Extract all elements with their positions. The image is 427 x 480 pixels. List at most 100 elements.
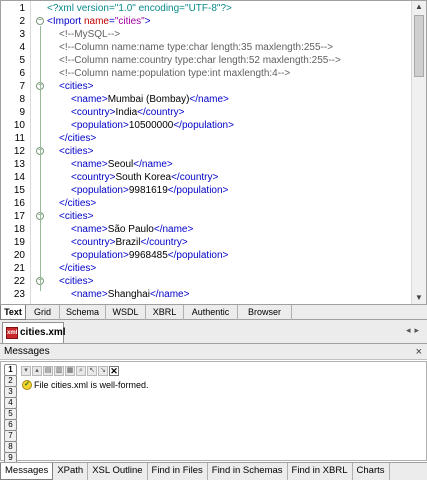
fold-guide-line xyxy=(40,221,41,265)
view-tab-wsdl[interactable]: WSDL xyxy=(106,305,146,320)
tab-scroll-right-icon[interactable]: ▸ xyxy=(414,325,423,335)
code-line[interactable]: <name>Shanghai</name> xyxy=(71,288,189,301)
line-number: 8 xyxy=(19,94,25,105)
code-line[interactable]: <country>South Korea</country> xyxy=(71,171,218,184)
code-line[interactable]: <!--Column name:population type:int maxl… xyxy=(59,67,290,80)
code-line[interactable]: <population>10500000</population> xyxy=(71,119,234,132)
line-number: 23 xyxy=(13,289,25,300)
output-tab-xpath[interactable]: XPath xyxy=(53,463,89,480)
code-token: <cities> xyxy=(59,146,94,157)
previous-message-icon[interactable]: ▴ xyxy=(32,366,42,376)
code-line[interactable]: <cities> xyxy=(59,80,93,93)
code-line[interactable]: <country>India</country> xyxy=(71,106,184,119)
code-token: </name> xyxy=(153,224,194,235)
find-previous-icon[interactable]: ↖ xyxy=(87,366,97,376)
code-token: </country> xyxy=(171,172,219,183)
code-token: <cities> xyxy=(59,81,94,92)
output-tab-charts[interactable]: Charts xyxy=(353,463,390,480)
output-tab-messages[interactable]: Messages xyxy=(0,463,54,480)
view-tab-browser[interactable]: Browser xyxy=(238,305,292,320)
code-line[interactable]: <Import name="cities"> xyxy=(47,15,151,28)
line-number: 11 xyxy=(14,133,25,144)
fold-toggle-icon[interactable]: − xyxy=(36,17,44,25)
code-line[interactable]: <!--MySQL--> xyxy=(59,28,120,41)
copy-all-children-icon[interactable]: ▦ xyxy=(65,366,75,376)
messages-panel: 123456789 ▾ ▴ ▤ ▥ ▦ ⌕ ↖ ↘ ✕ ✓ File citie… xyxy=(0,361,427,464)
next-message-icon[interactable]: ▾ xyxy=(21,366,31,376)
copy-all-icon[interactable]: ▥ xyxy=(54,366,64,376)
code-token: </name> xyxy=(133,159,173,170)
line-number: 19 xyxy=(13,237,25,248)
code-line[interactable]: <cities> xyxy=(59,275,93,288)
code-token: </name> xyxy=(189,94,229,105)
code-line[interactable]: <name>Mumbai (Bombay)</name> xyxy=(71,93,229,106)
line-number: 21 xyxy=(13,263,25,274)
code-line[interactable]: <population>9968485</population> xyxy=(71,249,228,262)
view-tab-xbrl[interactable]: XBRL xyxy=(146,305,184,320)
code-token: </cities> xyxy=(59,133,97,144)
code-line[interactable]: <name>Seoul</name> xyxy=(71,158,173,171)
code-line[interactable]: <country>Brazil</country> xyxy=(71,236,188,249)
code-line[interactable]: </cities> xyxy=(59,262,96,275)
line-number: 15 xyxy=(13,185,25,196)
code-line[interactable]: </cities> xyxy=(59,197,96,210)
output-tab-xsl-outline[interactable]: XSL Outline xyxy=(88,463,148,480)
code-token: <cities> xyxy=(59,276,94,287)
message-entry[interactable]: ✓ File cities.xml is well-formed. xyxy=(22,379,149,391)
fold-margin[interactable]: −−−−− xyxy=(32,1,46,304)
view-tab-text[interactable]: Text xyxy=(0,305,26,320)
view-tab-schema[interactable]: Schema xyxy=(60,305,106,320)
line-number: 16 xyxy=(13,198,25,209)
xml-file-icon: xml xyxy=(6,327,18,339)
code-token: name xyxy=(83,16,109,27)
code-line[interactable]: <cities> xyxy=(59,145,93,158)
copy-message-icon[interactable]: ▤ xyxy=(43,366,53,376)
code-line[interactable]: </cities> xyxy=(59,132,96,145)
code-token: <population> xyxy=(71,120,129,131)
line-number: 20 xyxy=(13,250,25,261)
code-token: <country> xyxy=(71,237,116,248)
output-tab-find-in-xbrl[interactable]: Find in XBRL xyxy=(288,463,353,480)
output-tab-find-in-files[interactable]: Find in Files xyxy=(148,463,208,480)
scroll-up-arrow-icon[interactable]: ▲ xyxy=(412,1,426,13)
code-token: India xyxy=(115,107,138,118)
xml-editor[interactable]: 1234567891011121314151617181920212223 −−… xyxy=(0,0,427,305)
document-tab-cities[interactable]: xml cities.xml * xyxy=(2,322,66,357)
line-number: 10 xyxy=(13,120,25,131)
code-area[interactable]: <?xml version="1.0" encoding="UTF-8"?> <I… xyxy=(47,1,411,304)
output-tab-find-in-schemas[interactable]: Find in Schemas xyxy=(208,463,288,480)
code-token: <population> xyxy=(71,250,129,261)
code-token: <!--Column name:country type:char length… xyxy=(59,55,341,66)
find-next-icon[interactable]: ↘ xyxy=(98,366,108,376)
code-token: <name> xyxy=(71,224,108,235)
code-line[interactable]: <!--Column name:country type:char length… xyxy=(59,54,341,67)
code-token: Shanghai xyxy=(107,289,150,300)
view-tab-authentic[interactable]: Authentic xyxy=(184,305,238,320)
code-line[interactable]: <population>9981619</population> xyxy=(71,184,228,197)
line-number: 5 xyxy=(19,55,25,66)
clear-icon[interactable]: ✕ xyxy=(109,366,119,376)
line-number-gutter: 1 2 3 4 5 6 7 8 9 10 11 12 13 14 15 16 17 18 19 20 21 22 23 xyxy=(1,1,31,304)
code-line[interactable]: <!--Column name:name type:char length:35… xyxy=(59,41,333,54)
code-line[interactable]: <cities> xyxy=(59,210,93,223)
code-token: "cities" xyxy=(114,16,145,27)
line-number: 6 xyxy=(19,68,25,79)
scrollbar-thumb[interactable] xyxy=(414,15,424,77)
code-token: > xyxy=(144,16,151,27)
line-number: 13 xyxy=(13,159,25,170)
find-icon[interactable]: ⌕ xyxy=(76,366,86,376)
close-icon[interactable]: × xyxy=(416,344,422,360)
code-token: 10500000 xyxy=(128,120,174,131)
vertical-scrollbar[interactable]: ▲ ▼ xyxy=(411,1,426,304)
code-token: <name> xyxy=(71,159,108,170)
view-tab-grid[interactable]: Grid xyxy=(26,305,60,320)
line-number: 1 xyxy=(19,3,25,14)
line-number: 4 xyxy=(19,42,25,53)
code-line[interactable]: <name>São Paulo</name> xyxy=(71,223,193,236)
code-token: <country> xyxy=(71,172,116,183)
fold-guide-line xyxy=(40,91,41,135)
tab-scroll-arrows[interactable]: ◂▸ xyxy=(406,325,423,336)
scroll-down-arrow-icon[interactable]: ▼ xyxy=(412,292,426,304)
code-line[interactable]: <?xml version="1.0" encoding="UTF-8"?> xyxy=(47,2,232,15)
line-number: 17 xyxy=(13,211,25,222)
